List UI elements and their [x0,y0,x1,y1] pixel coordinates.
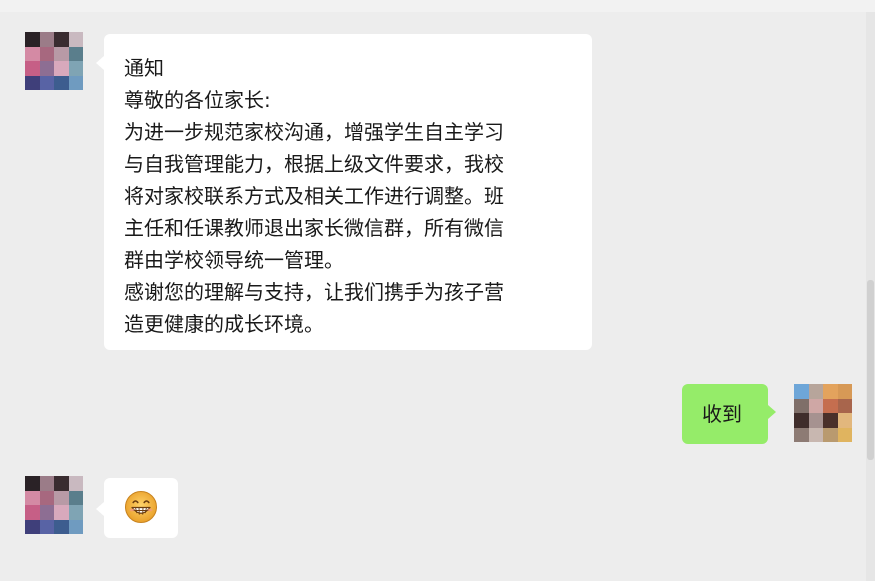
notice-line: 群由学校领导统一管理。 [124,248,344,272]
scrollbar-thumb[interactable] [867,280,874,460]
self-avatar[interactable] [794,384,852,442]
scrollbar[interactable] [866,12,875,581]
grinning-face-emoji-icon [125,491,157,523]
contact-avatar[interactable] [25,476,83,534]
notice-line: 尊敬的各位家长: [124,88,271,112]
notice-line: 与自我管理能力，根据上级文件要求，我校 [124,152,504,176]
chat-message-area[interactable]: 通知 尊敬的各位家长: 为进一步规范家校沟通，增强学生自主学习 与自我管理能力，… [0,12,866,581]
notice-line: 感谢您的理解与支持，让我们携手为孩子营 [124,280,504,304]
reply-message-bubble[interactable]: 收到 [682,384,768,444]
bubble-tail [96,56,104,70]
notice-line: 通知 [124,56,164,80]
emoji-message-bubble[interactable] [104,478,178,538]
notice-line: 为进一步规范家校沟通，增强学生自主学习 [124,120,504,144]
window-top-strip [0,0,875,12]
bubble-tail [768,405,776,419]
contact-avatar[interactable] [25,32,83,90]
notice-message-text: 通知 尊敬的各位家长: 为进一步规范家校沟通，增强学生自主学习 与自我管理能力，… [124,52,504,340]
bubble-tail [96,502,104,516]
notice-line: 主任和任课教师退出家长微信群，所有微信 [124,216,504,240]
notice-line: 将对家校联系方式及相关工作进行调整。班 [124,184,504,208]
reply-message-text: 收到 [702,402,742,426]
notice-line: 造更健康的成长环境。 [124,312,324,336]
notice-message-bubble[interactable]: 通知 尊敬的各位家长: 为进一步规范家校沟通，增强学生自主学习 与自我管理能力，… [104,34,592,350]
